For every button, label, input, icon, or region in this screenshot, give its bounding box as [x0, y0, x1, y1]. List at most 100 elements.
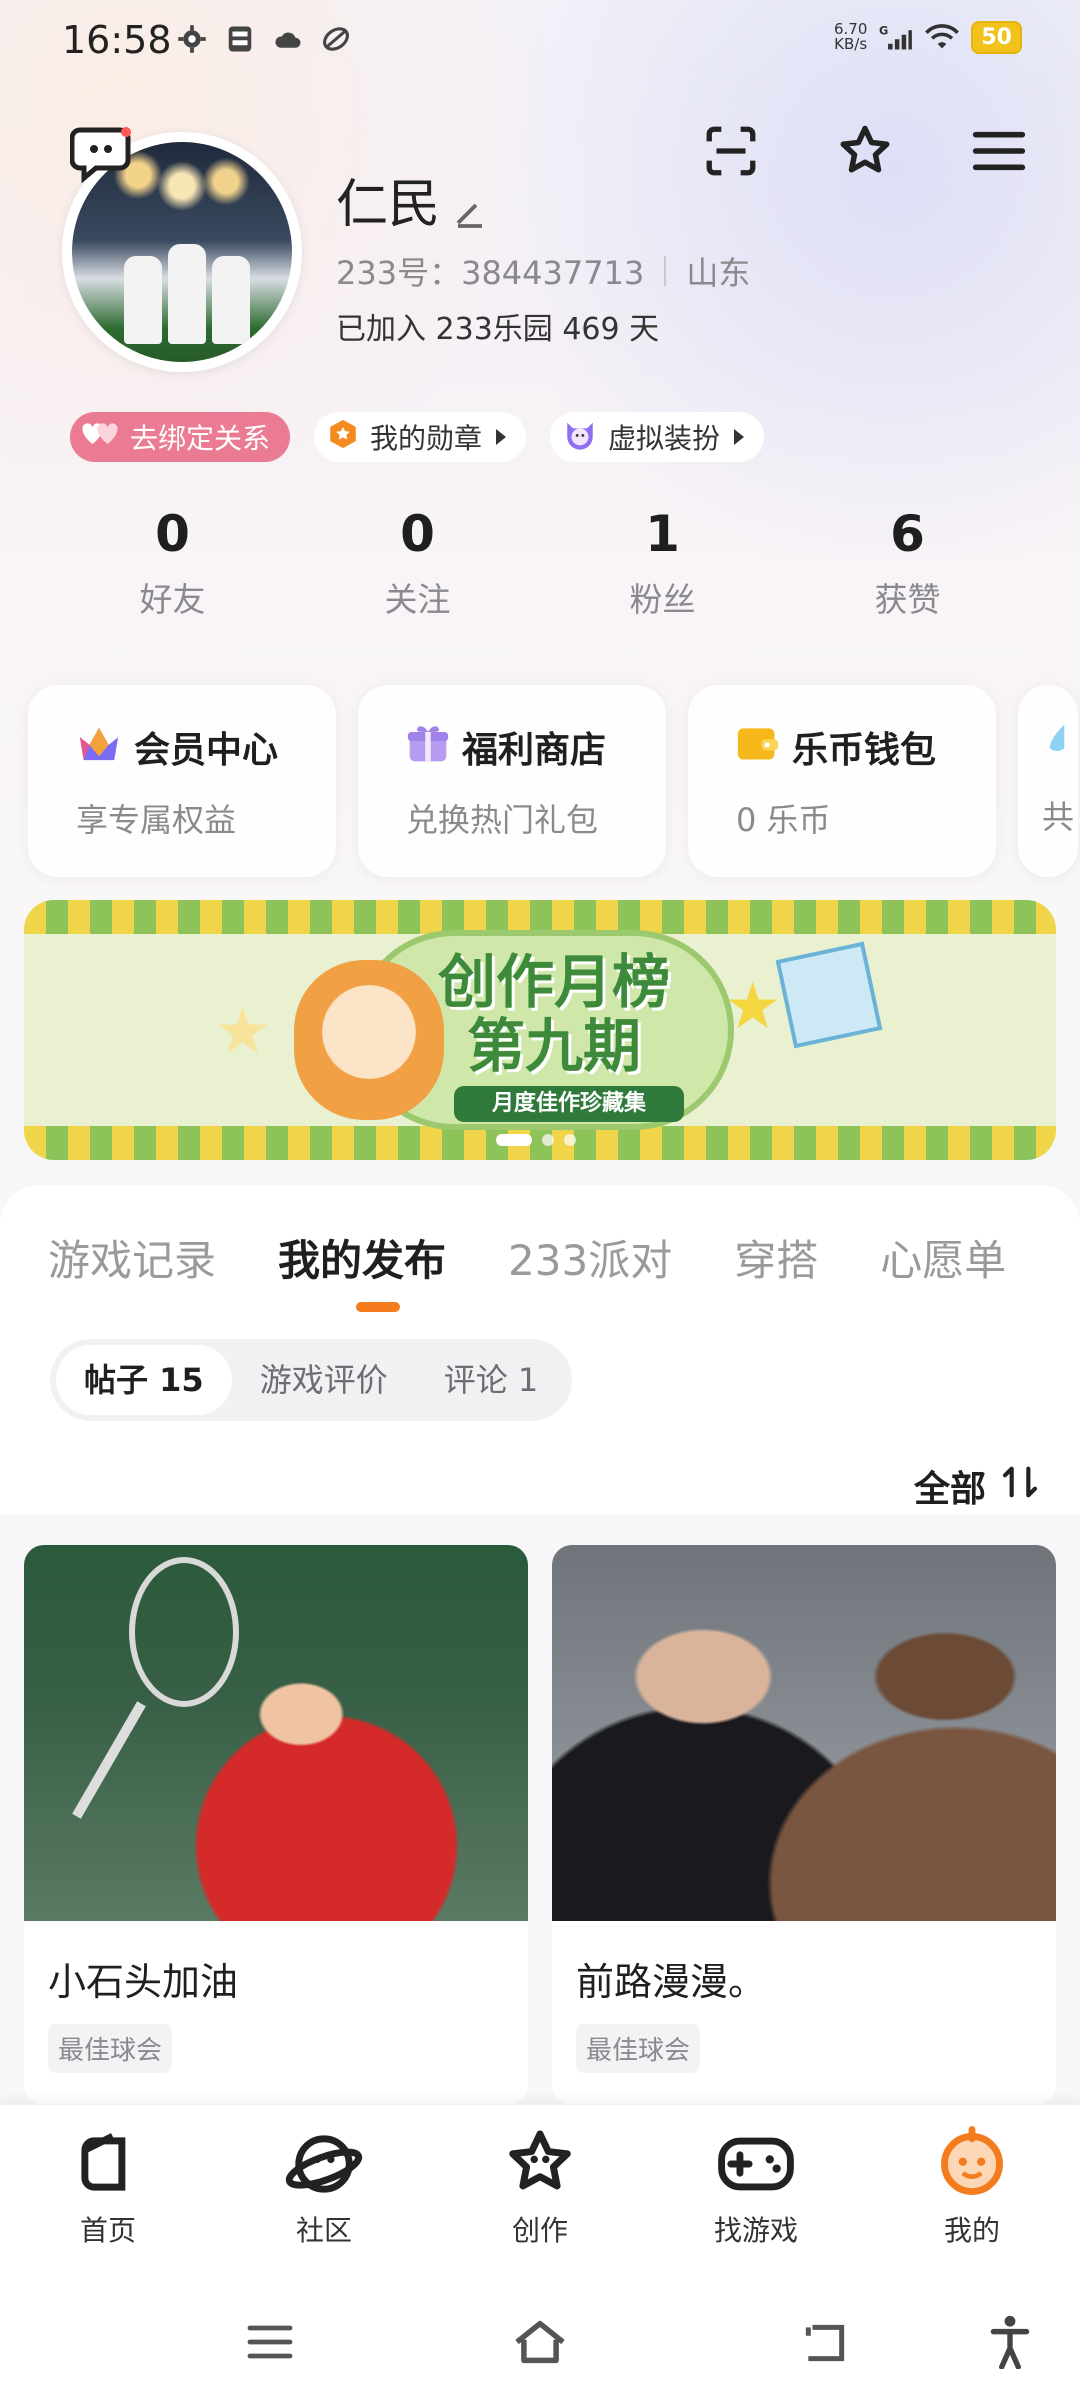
member-center-card[interactable]: 会员中心 享专属权益 [28, 685, 336, 877]
post-image [24, 1545, 528, 1921]
banner-pagination [496, 1134, 576, 1146]
battery-indicator: 50 [971, 20, 1022, 54]
nav-community[interactable]: 社区 [216, 2105, 432, 2279]
card-subtitle: 享专属权益 [76, 801, 237, 839]
sort-icon [1000, 1462, 1040, 1511]
gear-icon [175, 22, 209, 56]
pagination-dot[interactable] [564, 1134, 576, 1146]
virtual-outfit-label: 虚拟装扮 [608, 422, 721, 455]
menu-button[interactable] [968, 120, 1030, 182]
medal-icon [326, 417, 360, 458]
card-title: 会员中心 [76, 721, 336, 773]
welfare-shop-card[interactable]: 福利商店 兑换热门礼包 [358, 685, 666, 877]
arrow-right-icon [734, 429, 745, 445]
tab-wishlist[interactable]: 心愿单 [880, 1227, 1006, 1288]
subtab-posts[interactable]: 帖子 15 [56, 1345, 232, 1415]
nav-home[interactable]: 首页 [0, 2105, 216, 2279]
tab-game-records[interactable]: 游戏记录 [48, 1227, 216, 1288]
user-id: 233号：384437713 [336, 254, 645, 292]
username-text: 仁民 [336, 175, 441, 235]
planet-icon [285, 2125, 363, 2203]
home-button[interactable] [510, 2317, 570, 2367]
back-button[interactable] [795, 2317, 855, 2367]
stat-label: 关注 [384, 580, 451, 619]
subtab-comments[interactable]: 评论 1 [416, 1345, 567, 1415]
status-notification-icons [175, 22, 353, 56]
post-type-switcher: 帖子 15 游戏评价 评论 1 [50, 1339, 573, 1421]
stat-following[interactable]: 0 关注 [295, 505, 540, 621]
star-outline-icon [840, 125, 890, 173]
active-tab-indicator [356, 1302, 400, 1312]
tab-233-party[interactable]: 233派对 [508, 1227, 672, 1288]
stat-friends[interactable]: 0 好友 [50, 505, 295, 621]
system-navigation-bar [0, 2279, 1080, 2400]
status-time: 16:58 [62, 18, 172, 62]
nav-mine[interactable]: 我的 [864, 2105, 1080, 2279]
card-title: 乐币钱包 [736, 721, 996, 773]
sim-card-icon [223, 22, 257, 56]
star-decoration-icon: ★ [214, 995, 272, 1069]
stat-fans[interactable]: 1 粉丝 [540, 505, 785, 621]
nav-create[interactable]: 创作 [432, 2105, 648, 2279]
leaf-icon [319, 22, 353, 56]
favorites-button[interactable] [834, 120, 896, 182]
post-image [552, 1545, 1056, 1921]
card-title-text: 会员中心 [134, 730, 279, 771]
status-right-group: 6.70 KB/s G 50 [834, 20, 1022, 54]
wallet-icon [736, 722, 780, 773]
stat-likes[interactable]: 6 获赞 [785, 505, 1030, 621]
stat-value: 0 [400, 505, 435, 563]
pagination-dot-active[interactable] [496, 1134, 532, 1146]
tab-my-posts[interactable]: 我的发布 [278, 1227, 446, 1288]
stat-label: 粉丝 [629, 580, 696, 619]
tab-outfits[interactable]: 穿搭 [734, 1227, 818, 1288]
card-title [1042, 721, 1078, 770]
promo-banner[interactable]: ★ 创作月榜 第九期 月度佳作珍藏集 ★ [24, 900, 1056, 1160]
post-card[interactable]: 前路漫漫。 最佳球会 [552, 1545, 1056, 2105]
pagination-dot[interactable] [542, 1134, 554, 1146]
partial-card[interactable]: 共 [1018, 685, 1078, 877]
virtual-outfit-button[interactable]: 虚拟装扮 [550, 412, 765, 462]
nav-label: 找游戏 [713, 2214, 798, 2247]
subtab-game-reviews[interactable]: 游戏评价 [232, 1345, 416, 1415]
home-icon [69, 2125, 147, 2203]
divider [664, 256, 667, 286]
recent-apps-button[interactable] [240, 2317, 300, 2367]
card-title-text: 乐币钱包 [792, 730, 937, 771]
accessibility-icon [990, 2315, 1030, 2369]
crown-icon [76, 722, 122, 773]
uid-line: 233号：384437713 山东 [336, 248, 750, 294]
bind-relation-button[interactable]: 去绑定关系 [70, 412, 291, 462]
racket-handle [72, 1701, 146, 1819]
bottom-navigation: 首页 社区 创作 找游戏 我的 [0, 2104, 1080, 2279]
coin-wallet-card[interactable]: 乐币钱包 0 乐币 [688, 685, 996, 877]
nav-find-games[interactable]: 找游戏 [648, 2105, 864, 2279]
message-bubble-icon[interactable] [69, 126, 134, 184]
network-speed: 6.70 KB/s [834, 22, 867, 52]
signal-icon: G [879, 20, 913, 54]
banner-title-line2: 第九期 [466, 1012, 641, 1080]
home-outline-icon [515, 2320, 565, 2364]
gift-icon [406, 722, 450, 773]
sort-dropdown[interactable]: 全部 [914, 1460, 1040, 1512]
network-speed-unit: KB/s [834, 35, 868, 53]
nav-label: 我的 [943, 2214, 1000, 2247]
posts-grid: 小石头加油 最佳球会 前路漫漫。 最佳球会 [24, 1545, 1056, 2105]
cloud-icon [271, 22, 305, 56]
post-tag[interactable]: 最佳球会 [48, 2024, 173, 2073]
joined-days: 已加入 233乐园 469 天 [336, 312, 660, 347]
username: 仁民 [336, 162, 488, 237]
profile-tabs: 游戏记录 我的发布 233派对 穿搭 心愿单 [48, 1227, 1006, 1288]
edit-pencil-icon[interactable] [452, 182, 488, 228]
post-card[interactable]: 小石头加油 最佳球会 [24, 1545, 528, 2105]
card-title-text: 福利商店 [462, 730, 607, 771]
card-title: 福利商店 [406, 721, 666, 773]
my-medals-button[interactable]: 我的勋章 [314, 412, 527, 462]
scan-button[interactable] [700, 120, 762, 182]
accessibility-button[interactable] [980, 2315, 1040, 2369]
banner-border-top [24, 900, 1056, 934]
stat-value: 1 [645, 505, 680, 563]
bind-relation-label: 去绑定关系 [130, 422, 271, 455]
post-tag[interactable]: 最佳球会 [576, 2024, 701, 2073]
my-medals-label: 我的勋章 [370, 422, 483, 455]
